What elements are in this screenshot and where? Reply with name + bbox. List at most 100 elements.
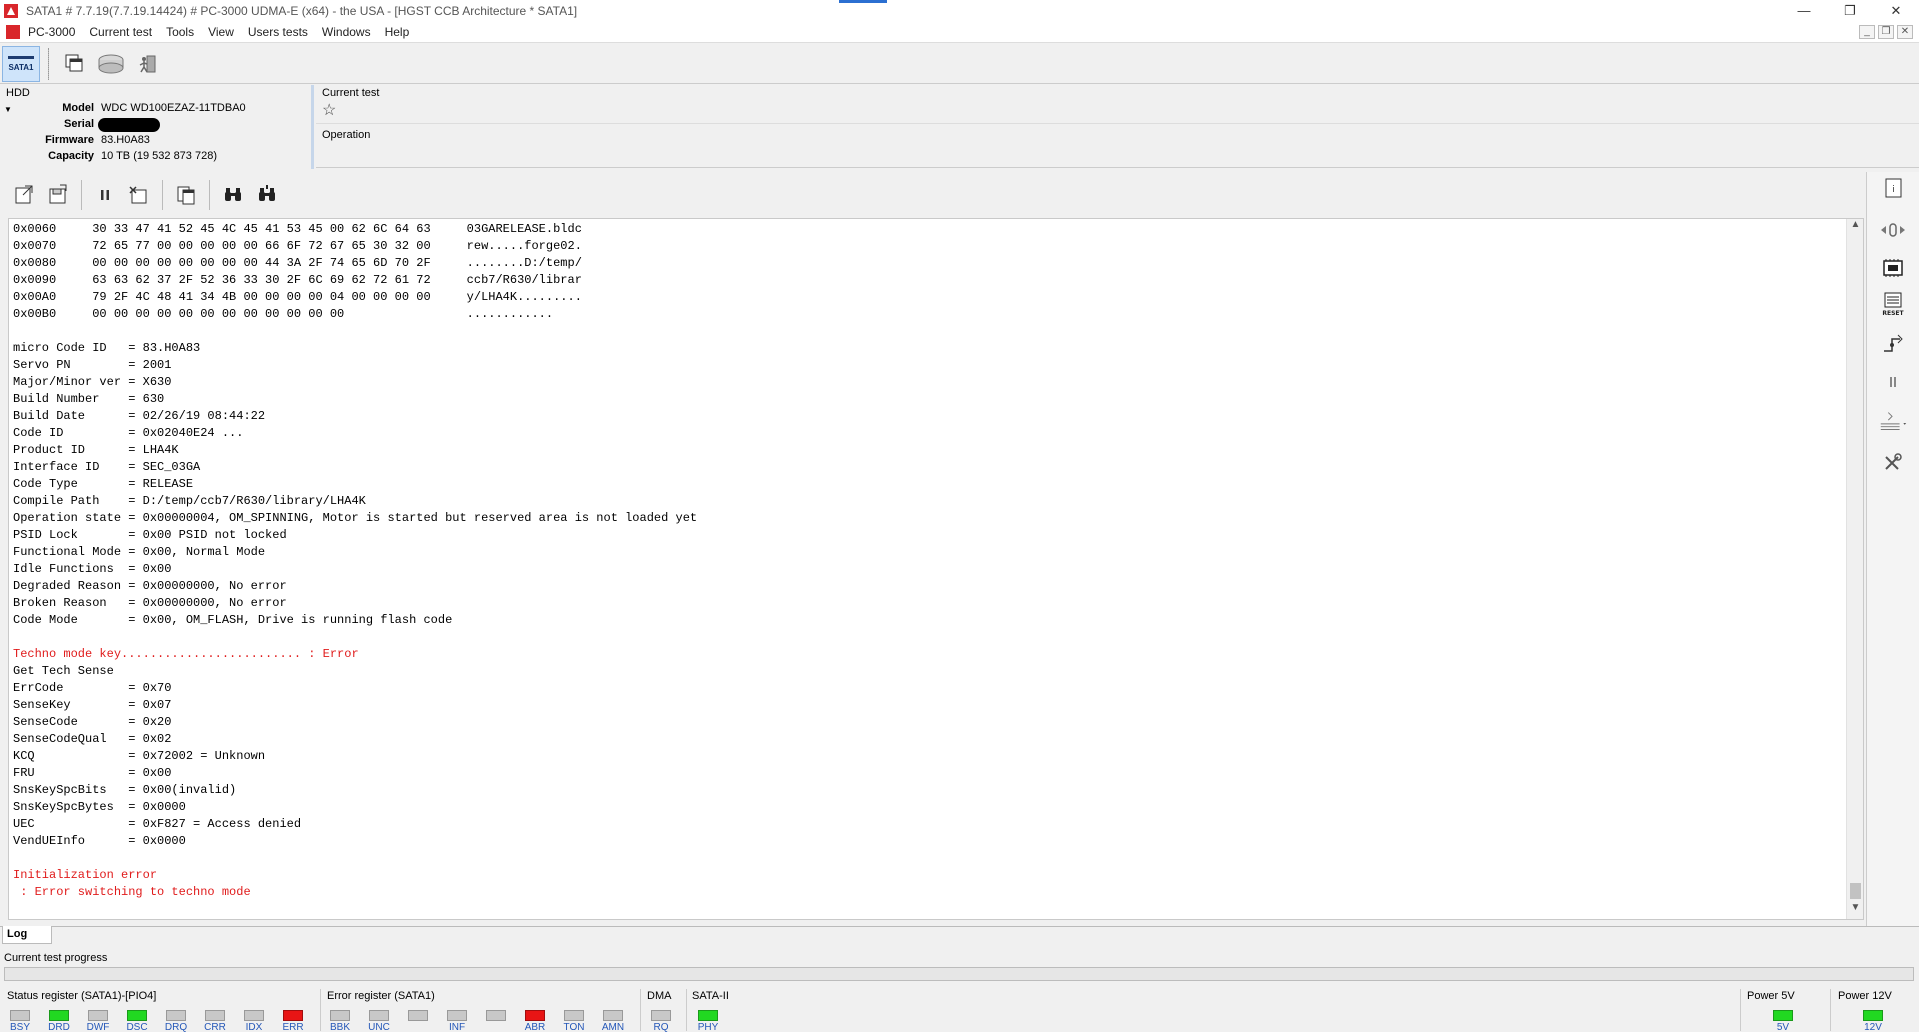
tools-icon[interactable] [1877, 448, 1909, 476]
windows-cascade-icon[interactable] [61, 50, 89, 78]
panel-divider [316, 123, 1919, 124]
firmware-label: Firmware [45, 134, 94, 146]
led-label [405, 1022, 431, 1032]
menu-help[interactable]: Help [385, 25, 410, 39]
serial-label: Serial [64, 118, 94, 130]
main-toolbar: SATA1 [0, 44, 1919, 84]
minimize-button[interactable]: — [1781, 0, 1827, 22]
sata-connect-icon[interactable] [1877, 330, 1909, 358]
favorite-star-icon[interactable]: ☆ [322, 100, 336, 120]
open-log-icon[interactable] [10, 181, 38, 209]
copy-log-icon[interactable] [172, 181, 200, 209]
reset-icon[interactable]: RESET [1877, 290, 1909, 318]
serial-row: Serial [0, 118, 300, 134]
menu-windows[interactable]: Windows [322, 25, 371, 39]
log-line: 0x00A0 79 2F 4C 48 41 34 4B 00 00 00 00 … [13, 290, 582, 304]
serial-redacted [98, 118, 160, 132]
save-log-icon[interactable] [44, 181, 72, 209]
config-menu-icon[interactable] [1877, 408, 1909, 436]
status-indicator-area: Status register (SATA1)-[PIO4] BSY DRD DWF… [0, 987, 1919, 1032]
led-bsy: BSY [7, 1010, 33, 1032]
led-label: CRR [204, 1022, 226, 1032]
led-lamp [330, 1010, 350, 1021]
menu-bar: PC-3000 Current test Tools View Users te… [0, 22, 1919, 43]
log-scrollbar[interactable]: ▲ ▼ [1846, 219, 1863, 919]
led-label: RQ [653, 1022, 669, 1032]
led-crr: CRR [202, 1010, 228, 1032]
led-label: BSY [9, 1022, 30, 1032]
led-label: AMN [601, 1022, 625, 1032]
led-12v: 12V [1860, 1010, 1886, 1032]
log-line: Servo PN = 2001 [13, 358, 172, 372]
sata-ii-label: SATA-II [692, 990, 729, 1002]
log-line: VendUEInfo = 0x0000 [13, 834, 186, 848]
led-lamp [525, 1010, 545, 1021]
toolbar-separator [209, 180, 210, 210]
toolbar-separator [48, 47, 49, 80]
led-label [483, 1022, 509, 1032]
led-ton: TON [561, 1010, 587, 1032]
led-label: UNC [368, 1022, 390, 1032]
led-lamp [651, 1010, 671, 1021]
progress-label: Current test progress [4, 952, 108, 964]
log-line: FRU = 0x00 [13, 766, 172, 780]
toolbar-separator [81, 180, 82, 210]
svg-text:RESET: RESET [1882, 310, 1904, 317]
right-tool-panel: i RESET [1866, 172, 1919, 926]
led-lamp [10, 1010, 30, 1021]
log-line: micro Code ID = 83.H0A83 [13, 341, 201, 355]
led-label: DSC [126, 1022, 148, 1032]
led-unlabeled [483, 1010, 509, 1032]
log-line: Build Number = 630 [13, 392, 165, 406]
exit-door-icon[interactable] [133, 50, 161, 78]
menu-logo-icon [6, 25, 20, 39]
pause-side-icon[interactable] [1877, 368, 1909, 396]
scroll-down-icon[interactable]: ▼ [1847, 902, 1863, 919]
menu-tools[interactable]: Tools [166, 25, 194, 39]
tab-log[interactable]: Log [2, 926, 52, 944]
menu-current-test[interactable]: Current test [89, 25, 152, 39]
group-separator [1830, 989, 1831, 1031]
operation-label: Operation [322, 129, 371, 141]
power5-label: Power 5V [1747, 990, 1795, 1002]
scroll-thumb[interactable] [1850, 883, 1861, 899]
led-lamp [698, 1010, 718, 1021]
menu-pc3000[interactable]: PC-3000 [28, 25, 75, 39]
chip-icon[interactable] [1877, 254, 1909, 282]
restore-button[interactable]: ❐ [1827, 0, 1873, 22]
led-label: IDX [245, 1022, 263, 1032]
led-label: TON [563, 1022, 585, 1032]
close-button[interactable]: ✕ [1873, 0, 1919, 22]
led-dwf: DWF [85, 1010, 111, 1032]
titlebar-accent [839, 0, 887, 3]
led-label: BBK [329, 1022, 350, 1032]
menu-users-tests[interactable]: Users tests [248, 25, 308, 39]
led-lamp [49, 1010, 69, 1021]
panel-divider [316, 167, 1919, 168]
led-lamp [283, 1010, 303, 1021]
sata1-port-button[interactable]: SATA1 [2, 45, 40, 82]
mdi-close-button[interactable]: ✕ [1897, 25, 1913, 39]
clear-log-icon[interactable] [125, 181, 153, 209]
log-line: Initialization error [13, 868, 158, 882]
led-unlabeled [405, 1010, 431, 1032]
mdi-minimize-button[interactable]: _ [1859, 25, 1875, 39]
led-label: PHY [697, 1022, 719, 1032]
info-card-icon[interactable]: i [1877, 174, 1909, 202]
pause-icon[interactable] [91, 181, 119, 209]
log-line: SenseKey = 0x07 [13, 698, 172, 712]
find-next-icon[interactable] [253, 181, 281, 209]
drive-database-icon[interactable] [97, 50, 125, 78]
mdi-restore-button[interactable]: ❐ [1878, 25, 1894, 39]
log-output-area[interactable]: 0x0060 30 33 47 41 52 45 4C 45 41 53 45 … [8, 218, 1864, 920]
log-toolbar [0, 175, 1864, 215]
power-cycle-icon[interactable] [1877, 216, 1909, 244]
menu-view[interactable]: View [208, 25, 234, 39]
find-icon[interactable] [219, 181, 247, 209]
scroll-up-icon[interactable]: ▲ [1847, 219, 1863, 236]
current-test-label: Current test [322, 87, 380, 99]
led-label: 12V [1864, 1022, 1882, 1032]
led-lamp [564, 1010, 584, 1021]
